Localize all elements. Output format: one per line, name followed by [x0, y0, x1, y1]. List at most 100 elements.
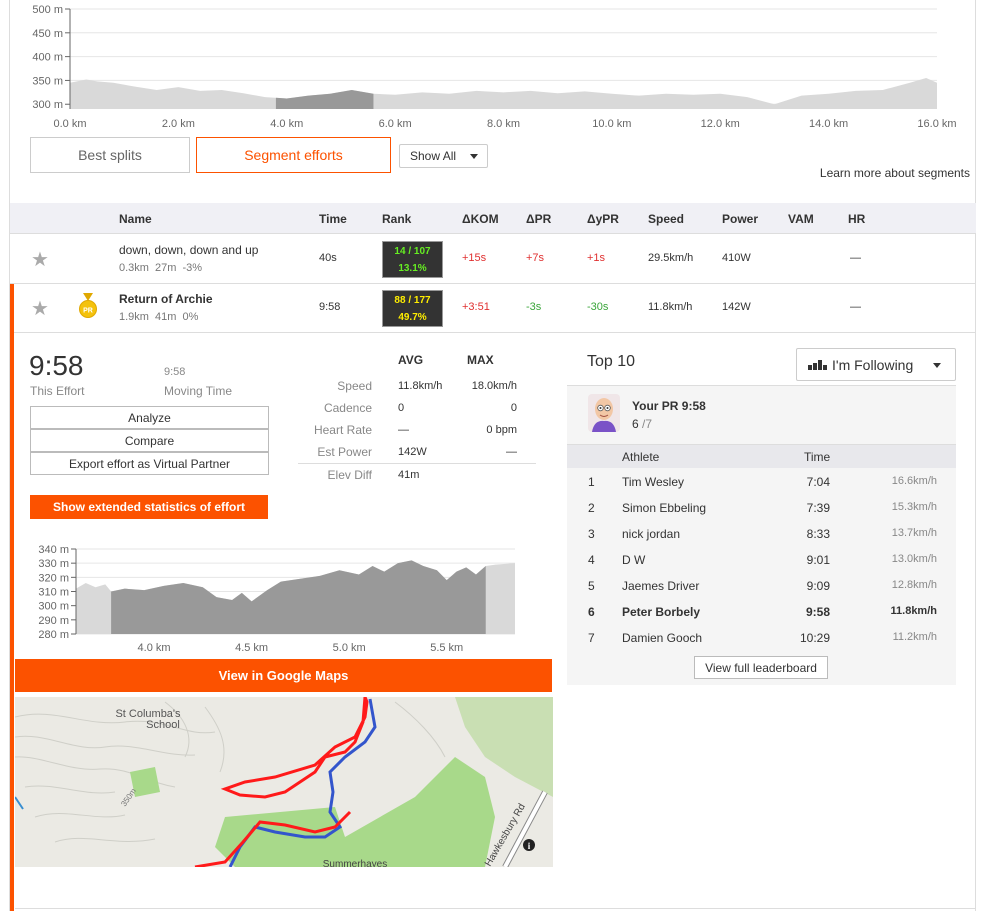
- leaderboard-speed: 15.3km/h: [891, 501, 937, 513]
- extended-statistics-button[interactable]: Show extended statistics of effort: [30, 495, 268, 519]
- leaderboard-athlete[interactable]: Tim Wesley: [622, 475, 684, 489]
- col-dpr[interactable]: ΔPR: [526, 212, 551, 226]
- leaderboard-rank: 2: [588, 501, 595, 515]
- stats-avg-header: AVG: [398, 353, 424, 367]
- leaderboard-athlete[interactable]: Damien Gooch: [622, 631, 702, 645]
- view-full-leaderboard-button[interactable]: View full leaderboard: [694, 656, 828, 679]
- elevation-grid: [70, 8, 937, 105]
- stat-label-elev-diff: Elev Diff: [327, 468, 372, 482]
- star-icon[interactable]: ★: [31, 247, 49, 272]
- segment-table-header: Name Time Rank ΔKOM ΔPR ΔyPR Speed Power…: [10, 203, 976, 234]
- segment-speed: 29.5km/h: [648, 252, 694, 264]
- star-icon[interactable]: ★: [31, 296, 49, 321]
- leaderboard-time: 7:39: [806, 501, 830, 515]
- rank-badge: 14 / 107 13.1%: [382, 241, 443, 278]
- leaderboard-athlete[interactable]: Simon Ebbeling: [622, 501, 706, 515]
- col-dkom[interactable]: ΔKOM: [462, 212, 499, 226]
- leaderboard-speed: 13.7km/h: [891, 527, 937, 539]
- leaderboard-time: 7:04: [806, 475, 830, 489]
- x-tick-label: 4.0 km: [270, 118, 303, 130]
- stat-avg-cadence: 0: [398, 402, 405, 414]
- view-google-maps-button[interactable]: View in Google Maps: [15, 659, 552, 692]
- segment-grade: -3%: [182, 262, 203, 274]
- leaderboard-time: 10:29: [799, 631, 830, 645]
- tab-segment-efforts-label: Segment efforts: [244, 147, 343, 163]
- delta-kom: +3:51: [462, 301, 490, 313]
- y-tick-label: 290 m: [38, 615, 69, 627]
- following-filter-dropdown[interactable]: I'm Following: [796, 348, 956, 381]
- export-virtual-partner-button[interactable]: Export effort as Virtual Partner: [30, 452, 269, 475]
- pr-badge-text: PR: [83, 308, 93, 315]
- stats-divider: [298, 463, 536, 464]
- your-rank-value: 6: [632, 417, 639, 431]
- leaderboard-col-athlete: Athlete: [622, 450, 660, 464]
- stat-label-heart-rate: Heart Rate: [313, 423, 372, 437]
- elevation-x-axis: 0.0 km 2.0 km 4.0 km 6.0 km 8.0 km 10.0 km 12.…: [53, 118, 956, 130]
- leaderboard-row[interactable]: 1 Tim Wesley 7:04 16.6km/h: [567, 469, 956, 495]
- following-filter-label: I'm Following: [832, 356, 914, 373]
- leaderboard-rank: 3: [588, 527, 595, 541]
- stat-max-heart-rate: 0 bpm: [486, 424, 517, 436]
- col-time[interactable]: Time: [319, 212, 347, 226]
- segment-row[interactable]: ★ down, down, down and up 0.3km 27m -3% …: [10, 235, 976, 284]
- analyze-button[interactable]: Analyze: [30, 406, 269, 429]
- leaderboard-athlete[interactable]: Peter Borbely: [622, 605, 700, 619]
- caret-down-icon: [470, 153, 479, 159]
- learn-more-link[interactable]: Learn more about segments: [820, 166, 970, 180]
- leaderboard-athlete[interactable]: D W: [622, 553, 645, 567]
- segment-grade: 0%: [182, 311, 199, 323]
- col-vam[interactable]: VAM: [788, 212, 814, 226]
- stat-avg-power: 142W: [398, 446, 427, 458]
- page-border-right: [975, 0, 976, 911]
- col-rank[interactable]: Rank: [382, 212, 411, 226]
- your-rank-total: /7: [642, 417, 653, 431]
- delta-pr: +7s: [526, 252, 545, 264]
- col-dypr[interactable]: ΔyPR: [587, 212, 619, 226]
- leaderboard-athlete[interactable]: Jaemes Driver: [622, 579, 699, 593]
- y-tick-label: 300 m: [38, 601, 69, 613]
- stat-label-cadence: Cadence: [323, 401, 372, 415]
- avatar[interactable]: [588, 394, 620, 432]
- segment-name[interactable]: down, down, down and up: [119, 243, 258, 257]
- leaderboard-header: Athlete Time: [567, 444, 956, 468]
- segment-meta: 1.9km 41m 0%: [119, 311, 198, 323]
- leaderboard-rank: 5: [588, 579, 595, 593]
- leaderboard-row[interactable]: 7 Damien Gooch 10:29 11.2km/h: [567, 625, 956, 651]
- leaderboard-rank: 4: [588, 553, 595, 567]
- leaderboard-athlete[interactable]: nick jordan: [622, 527, 680, 541]
- stat-max-power: —: [506, 446, 517, 458]
- col-name[interactable]: Name: [119, 212, 152, 226]
- segment-time: 40s: [319, 252, 337, 264]
- col-hr[interactable]: HR: [848, 212, 865, 226]
- segment-hr: —: [850, 252, 861, 264]
- segment-time: 9:58: [319, 301, 341, 313]
- y-tick-label: 400 m: [32, 52, 63, 64]
- compare-button[interactable]: Compare: [30, 429, 269, 452]
- segment-name[interactable]: Return of Archie: [119, 292, 213, 306]
- leaderboard-row[interactable]: 6 Peter Borbely 9:58 11.8km/h: [567, 599, 956, 625]
- stat-label-power: Est Power: [317, 445, 372, 459]
- segment-elevation-chart[interactable]: 340 m 330 m 320 m 310 m 300 m 290 m 280 m 4.0 …: [0, 540, 560, 658]
- leaderboard-row[interactable]: 4 D W 9:01 13.0km/h: [567, 547, 956, 573]
- segment-row-selected[interactable]: ★ PR Return of Archie 1.9km 41m 0% 9:58 …: [10, 284, 976, 333]
- elevation-profile-chart[interactable]: 500 m 450 m 400 m 350 m 300 m 0.0 km 2.0 km 4.…: [0, 0, 984, 135]
- leaderboard-time: 8:33: [806, 527, 830, 541]
- leaderboard-row[interactable]: 5 Jaemes Driver 9:09 12.8km/h: [567, 573, 956, 599]
- tab-segment-efforts[interactable]: Segment efforts: [196, 137, 391, 173]
- col-speed[interactable]: Speed: [648, 212, 684, 226]
- leaderboard-rank: 6: [588, 605, 595, 619]
- tab-best-splits[interactable]: Best splits: [30, 137, 190, 173]
- x-tick-label: 4.0 km: [138, 642, 171, 654]
- map-label-school-2: School: [146, 719, 180, 731]
- elevation-area: [70, 78, 937, 109]
- segment-map[interactable]: St Columba's School Summerhayes 350m Haw…: [15, 697, 553, 867]
- segment-elevation: 41m: [155, 311, 177, 323]
- leaderboard-row[interactable]: 2 Simon Ebbeling 7:39 15.3km/h: [567, 495, 956, 521]
- show-all-dropdown[interactable]: Show All: [399, 144, 488, 168]
- segment-distance: 0.3km: [119, 262, 149, 274]
- col-power[interactable]: Power: [722, 212, 758, 226]
- tab-best-splits-label: Best splits: [78, 147, 142, 163]
- segment-distance: 1.9km: [119, 311, 149, 323]
- leaderboard-row[interactable]: 3 nick jordan 8:33 13.7km/h: [567, 521, 956, 547]
- top10-title: Top 10: [587, 353, 636, 370]
